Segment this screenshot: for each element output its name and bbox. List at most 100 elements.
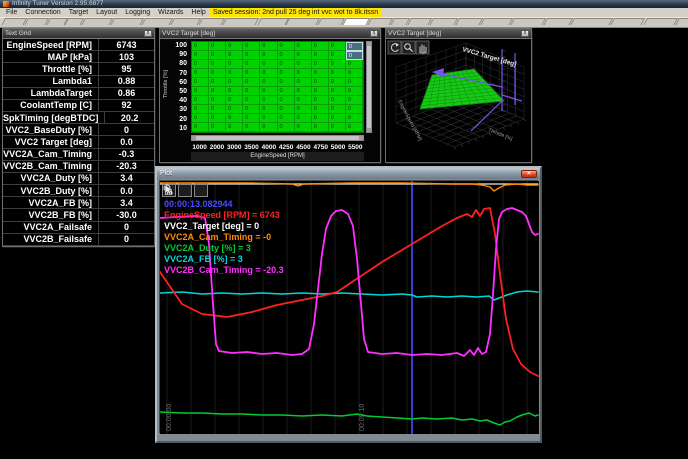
- table-cell[interactable]: 0: [209, 123, 227, 132]
- table-cell[interactable]: 0: [328, 78, 346, 87]
- table-row[interactable]: CoolantTemp [C] 92: [3, 99, 154, 113]
- table-cell[interactable]: 0: [328, 105, 346, 114]
- tab-boost[interactable]: Boost: [197, 18, 226, 25]
- table-cell[interactable]: 0: [277, 96, 295, 105]
- table-cell[interactable]: 0: [311, 69, 329, 78]
- table-cell[interactable]: 0: [209, 78, 227, 87]
- table-cell[interactable]: 0: [260, 78, 278, 87]
- table-cell[interactable]: 0: [209, 87, 227, 96]
- tab-tuning[interactable]: Tuning: [543, 18, 574, 25]
- table-cell[interactable]: 0: [345, 105, 363, 114]
- table-cell[interactable]: 0: [226, 114, 244, 123]
- table-cell[interactable]: 0: [209, 51, 227, 60]
- table-row[interactable]: VVC2 Target [deg] 0.0: [3, 136, 154, 149]
- tab-inputs[interactable]: Inputs: [454, 18, 484, 25]
- table-cell[interactable]: 0: [328, 87, 346, 96]
- cursor-tool-button[interactable]: [164, 183, 208, 197]
- table-cell[interactable]: 0: [226, 123, 244, 132]
- table-row[interactable]: VVC2A_Duty [%] 3.4: [3, 172, 154, 186]
- tab-vvc1[interactable]: VVC1: [317, 18, 345, 25]
- table-cell[interactable]: 0: [260, 69, 278, 78]
- tab-ignmap[interactable]: IgnMap: [140, 18, 173, 25]
- table-cell[interactable]: 0: [243, 78, 261, 87]
- table-cell[interactable]: 0: [294, 123, 312, 132]
- table-cell[interactable]: 0: [226, 78, 244, 87]
- table-row[interactable]: VVC2_BaseDuty [%] 0: [3, 124, 154, 137]
- table-row[interactable]: VVC2A_Cam_Timing -0.3: [3, 148, 154, 161]
- tab-dash[interactable]: Dash: [0, 18, 28, 25]
- close-icon[interactable]: x: [144, 30, 152, 37]
- magnifier-tool-button[interactable]: [401, 40, 416, 55]
- table-cell[interactable]: 0: [260, 123, 278, 132]
- tab-injector[interactable]: Injector: [81, 18, 114, 25]
- rotate-tool-button[interactable]: [387, 40, 402, 55]
- table-cell[interactable]: 0: [192, 42, 210, 51]
- tab-knock[interactable]: Knock: [428, 18, 458, 25]
- tab-protect[interactable]: Protect: [169, 18, 201, 25]
- table-cell[interactable]: 0: [260, 96, 278, 105]
- table-cell[interactable]: 0: [345, 60, 363, 69]
- table-window-titlebar[interactable]: VVC2 Target [deg] x: [160, 29, 380, 39]
- table-row[interactable]: EngineSpeed [RPM] 6743: [3, 39, 154, 52]
- table-cell[interactable]: 0: [260, 42, 278, 51]
- surface-3d-canvas[interactable]: VVC2 Target [deg]Throttle [%]EngineSpeed…: [386, 39, 531, 162]
- table-cell[interactable]: 0: [277, 123, 295, 132]
- table-row[interactable]: Throttle [%] 95: [3, 63, 154, 76]
- table-cell[interactable]: 0: [294, 105, 312, 114]
- close-icon[interactable]: ✕: [521, 169, 537, 178]
- table-cell[interactable]: 0: [277, 78, 295, 87]
- tab-start[interactable]: Start: [23, 18, 49, 25]
- menu-item-file[interactable]: File: [2, 8, 21, 17]
- table-row[interactable]: VVC2B_Duty [%] 0.0: [3, 185, 154, 198]
- tab-outputs2[interactable]: Outputs2: [509, 18, 547, 25]
- table-cell[interactable]: 0: [243, 69, 261, 78]
- table-row[interactable]: LambdaTarget 0.86: [3, 87, 154, 100]
- table-cell[interactable]: 0: [243, 87, 261, 96]
- table-cell[interactable]: 0: [294, 51, 312, 60]
- menu-item-connection[interactable]: Connection: [21, 8, 64, 17]
- table-cell[interactable]: 0: [345, 51, 363, 60]
- table-row[interactable]: SpkTiming [degBTDC] 20.2: [3, 112, 154, 125]
- table-cell[interactable]: 0: [226, 105, 244, 114]
- table-cell[interactable]: 0: [345, 78, 363, 87]
- menu-item-wizards[interactable]: Wizards: [154, 8, 187, 17]
- hand-tool-button[interactable]: [415, 40, 430, 55]
- table-cell[interactable]: 0: [311, 42, 329, 51]
- table-vertical-scrollbar[interactable]: [366, 41, 372, 133]
- table-cell[interactable]: 0: [294, 42, 312, 51]
- table-cell[interactable]: 0: [243, 51, 261, 60]
- table-cell[interactable]: 0: [260, 60, 278, 69]
- table-cell[interactable]: 0: [345, 87, 363, 96]
- table-cell[interactable]: 0: [294, 96, 312, 105]
- table-cell[interactable]: 0: [277, 60, 295, 69]
- table-cell[interactable]: 0: [260, 105, 278, 114]
- table-cell[interactable]: 0: [260, 51, 278, 60]
- menu-item-layout[interactable]: Layout: [92, 8, 121, 17]
- table-cell[interactable]: 0: [345, 69, 363, 78]
- table-cell[interactable]: 0: [226, 96, 244, 105]
- table-cell[interactable]: 0: [277, 42, 295, 51]
- table-cell[interactable]: 0: [311, 123, 329, 132]
- pan-tool-button[interactable]: [164, 183, 192, 197]
- tab-flexfuel[interactable]: FlexFuel: [285, 18, 321, 25]
- table-row[interactable]: VVC2A_Failsafe 0: [3, 221, 154, 234]
- close-icon[interactable]: x: [521, 30, 529, 37]
- table-cell[interactable]: 0: [311, 114, 329, 123]
- table-cell[interactable]: 0: [226, 69, 244, 78]
- table-row[interactable]: VVC2B_FB [%] -30.0: [3, 209, 154, 222]
- table-cell[interactable]: 0: [345, 114, 363, 123]
- table-cell[interactable]: 0: [192, 60, 210, 69]
- table-row[interactable]: VVC2A_FB [%] 3.4: [3, 197, 154, 210]
- plot-titlebar[interactable]: Plot ✕: [157, 168, 540, 179]
- table-cell[interactable]: 0: [260, 114, 278, 123]
- table-cell[interactable]: 0: [277, 51, 295, 60]
- menu-item-help[interactable]: Help: [187, 8, 209, 17]
- table-cell[interactable]: 0: [311, 60, 329, 69]
- tab-lambda[interactable]: Lambda: [110, 18, 144, 25]
- table-cell[interactable]: 0: [226, 60, 244, 69]
- table-cell[interactable]: 0: [192, 87, 210, 96]
- tab-outputs[interactable]: Outputs: [479, 18, 514, 25]
- table-cell[interactable]: 0: [277, 69, 295, 78]
- table-cell[interactable]: 0: [277, 105, 295, 114]
- table-cell[interactable]: 0: [243, 60, 261, 69]
